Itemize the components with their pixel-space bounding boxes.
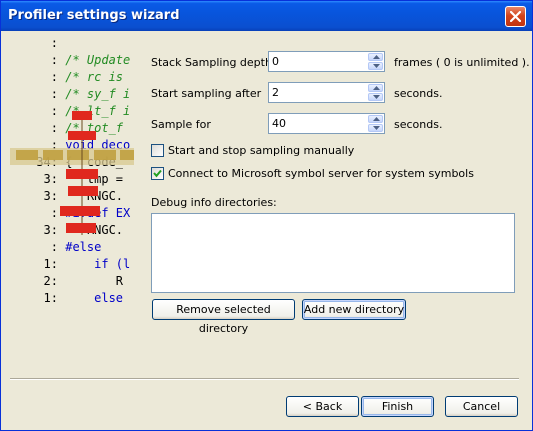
sample-for-input[interactable] [269, 114, 365, 133]
dialog-client-area: : : /* Update : /* rc is : /* sy_f i : /… [4, 31, 530, 429]
call-graph-thumbnail [10, 111, 134, 235]
stack-depth-input[interactable] [269, 52, 365, 71]
up-arrow-icon [373, 117, 380, 121]
start-after-decrement[interactable] [368, 93, 383, 101]
debug-dirs-list[interactable] [151, 213, 515, 293]
stack-depth-label: Stack Sampling depth: [151, 56, 276, 69]
window-title: Profiler settings wizard [8, 8, 180, 23]
start-after-increment[interactable] [368, 84, 383, 92]
sample-for-spin-buttons [368, 115, 383, 132]
debug-dirs-label: Debug info directories: [151, 196, 277, 209]
manual-sampling-checkbox[interactable] [151, 144, 164, 157]
remove-directory-button[interactable]: Remove selected directory [152, 299, 295, 335]
footer-separator [10, 378, 519, 380]
stack-depth-spinner[interactable] [268, 51, 385, 72]
start-after-suffix: seconds. [394, 87, 443, 100]
title-bar[interactable]: Profiler settings wizard [1, 1, 532, 31]
up-arrow-icon [373, 55, 380, 59]
finish-button[interactable]: Finish [361, 396, 434, 417]
sample-for-spinner[interactable] [268, 113, 385, 134]
sample-for-suffix: seconds. [394, 118, 443, 131]
add-directory-button[interactable]: Add new directory [302, 299, 406, 320]
stack-depth-spin-buttons [368, 53, 383, 70]
code-preview-panel: : : /* Update : /* rc is : /* sy_f i : /… [10, 35, 134, 310]
stack-depth-increment[interactable] [368, 53, 383, 61]
down-arrow-icon [373, 64, 380, 68]
checkmark-icon [153, 169, 162, 178]
sample-for-increment[interactable] [368, 115, 383, 123]
profiler-settings-window: Profiler settings wizard : : /* Update :… [0, 0, 533, 431]
sample-for-decrement[interactable] [368, 124, 383, 132]
close-icon [510, 11, 521, 22]
down-arrow-icon [373, 126, 380, 130]
close-button[interactable] [505, 6, 526, 27]
cancel-button[interactable]: Cancel [445, 396, 518, 417]
start-after-input[interactable] [269, 83, 365, 102]
symbol-server-checkbox[interactable] [151, 167, 164, 180]
down-arrow-icon [373, 95, 380, 99]
back-button[interactable]: < Back [286, 396, 359, 417]
symbol-server-label: Connect to Microsoft symbol server for s… [168, 167, 474, 180]
stack-depth-decrement[interactable] [368, 62, 383, 70]
start-after-spinner[interactable] [268, 82, 385, 103]
sample-for-label: Sample for [151, 118, 211, 131]
manual-sampling-label: Start and stop sampling manually [168, 144, 355, 157]
start-after-spin-buttons [368, 84, 383, 101]
up-arrow-icon [373, 86, 380, 90]
start-after-label: Start sampling after [151, 87, 262, 100]
stack-depth-suffix: frames ( 0 is unlimited ). [394, 56, 530, 69]
